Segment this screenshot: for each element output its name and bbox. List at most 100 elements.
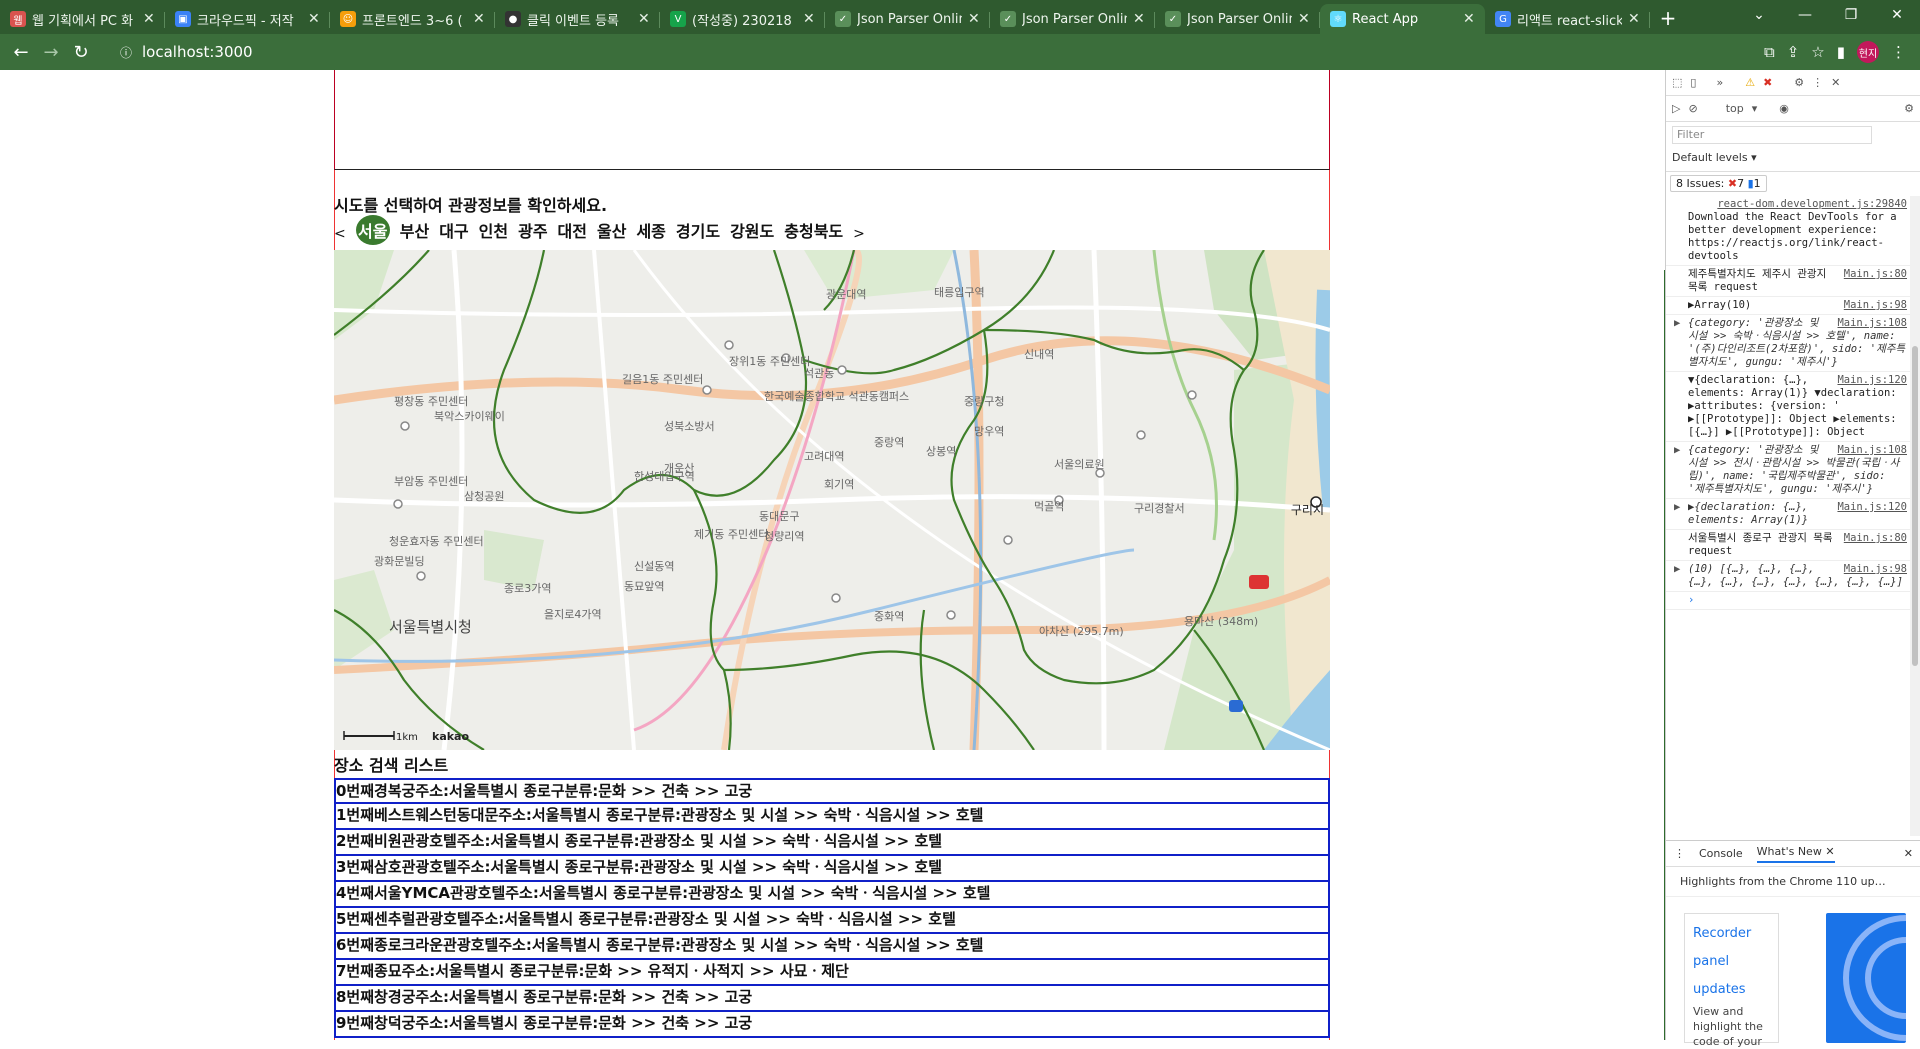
close-drawer-icon[interactable]: ✕	[1904, 847, 1913, 860]
sido-button[interactable]: 서울	[355, 215, 390, 245]
console-message[interactable]: react-dom.development.js:29840 Download t…	[1666, 196, 1911, 266]
tab-close-icon[interactable]: ✕	[1628, 11, 1640, 27]
expand-chevron-icon[interactable]: ▶	[1674, 501, 1680, 514]
list-item[interactable]: 5번째센추럴관광호텔주소:서울특별시 종로구분류:관광장소 및 시설 >> 숙박…	[334, 908, 1330, 934]
sido-button[interactable]: 울산	[597, 218, 626, 242]
list-item[interactable]: 3번째삼호관광호텔주소:서울특별시 종로구분류:관광장소 및 시설 >> 숙박ㆍ…	[334, 856, 1330, 882]
tab-close-icon[interactable]: ✕	[968, 11, 980, 27]
browser-tab[interactable]: ✓ Json Parser Online ✕	[825, 4, 990, 34]
browser-tab[interactable]: ✓ Json Parser Online ✕	[990, 4, 1155, 34]
console-source-link[interactable]: Main.js:80	[1844, 268, 1907, 281]
browser-tab[interactable]: V (작성중) 230218 ✕	[660, 4, 825, 34]
minimize-button[interactable]: —	[1782, 0, 1828, 30]
close-window-button[interactable]: ✕	[1874, 0, 1920, 30]
tab-close-icon[interactable]: ✕	[803, 11, 815, 27]
console-message[interactable]: Main.js:98 ▶ (10) [{…}, {…}, {…}, {…}, {…}…	[1666, 561, 1911, 592]
console-source-link[interactable]: Main.js:80	[1844, 532, 1907, 545]
console-source-link[interactable]: Main.js:98	[1844, 299, 1907, 312]
more-tabs-icon[interactable]: »	[1716, 76, 1723, 89]
bookmark-star-icon[interactable]: ☆	[1811, 43, 1824, 61]
console-message[interactable]: Main.js:108 ▶ {category: '관광장소 및 시설 >> 전시ㆍ…	[1666, 442, 1911, 499]
warning-icon[interactable]: ⚠	[1745, 76, 1755, 89]
tab-close-icon[interactable]: ✕	[143, 11, 155, 27]
sido-button[interactable]: 대전	[558, 218, 587, 242]
clear-console-icon[interactable]: ⊘	[1688, 102, 1697, 115]
filter-input[interactable]: Filter	[1672, 126, 1872, 144]
browser-tab[interactable]: ▣ 크라우드픽 - 저작 ✕	[165, 4, 330, 34]
context-select[interactable]: top	[1726, 102, 1744, 115]
issues-bar[interactable]: 8 Issues: ✖7 ▮1	[1666, 172, 1920, 194]
console-source-link[interactable]: Main.js:108	[1837, 444, 1907, 457]
list-item[interactable]: 4번째서울YMCA관광호텔주소:서울특별시 종로구분류:관광장소 및 시설 >>…	[334, 882, 1330, 908]
error-icon[interactable]: ✖	[1763, 76, 1772, 89]
restore-button[interactable]: ❐	[1828, 0, 1874, 30]
tab-close-icon[interactable]: ✕	[1463, 11, 1475, 27]
console-message[interactable]: Main.js:80 서울특별시 종로구 관광지 목록 request	[1666, 530, 1911, 561]
tab-whats-new[interactable]: What's New ✕	[1756, 845, 1835, 863]
prev-arrow[interactable]: <	[334, 226, 346, 242]
scroll-thumb[interactable]	[1912, 346, 1918, 666]
console-source-link[interactable]: Main.js:120	[1837, 374, 1907, 387]
inspect-icon[interactable]: ⬚	[1672, 76, 1682, 89]
tab-console[interactable]: Console	[1699, 847, 1743, 860]
console-source-link[interactable]: Main.js:98	[1844, 563, 1907, 576]
list-item[interactable]: 1번째베스트웨스턴동대문주소:서울특별시 종로구분류:관광장소 및 시설 >> …	[334, 804, 1330, 830]
sido-button[interactable]: 부산	[400, 218, 429, 242]
console-source-link[interactable]: Main.js:108	[1837, 317, 1907, 330]
browser-tab[interactable]: 웹 웹 기획에서 PC 화 ✕	[0, 4, 165, 34]
console-message[interactable]: Main.js:80 제주특별자치도 제주시 관광지 목록 request	[1666, 266, 1911, 297]
console-scrollbar[interactable]	[1910, 196, 1920, 836]
map-canvas[interactable]: 서울특별시청성북소방서개운산한국예술종합학교 석관동캠퍼스회기역중랑역상봉역신내…	[334, 250, 1330, 750]
console-message[interactable]: Main.js:120 ▶ ▶{declaration: {…}, elements…	[1666, 499, 1911, 530]
expand-chevron-icon[interactable]: ▶	[1674, 563, 1680, 576]
avatar[interactable]: 현지	[1857, 41, 1879, 63]
next-arrow[interactable]: >	[853, 226, 865, 242]
console-message[interactable]: Main.js:120 ▼{declaration: {…}, elements:…	[1666, 372, 1911, 442]
tab-close-icon[interactable]: ✕	[473, 11, 485, 27]
console-message[interactable]: Main.js:98 ▶Array(10)	[1666, 297, 1911, 315]
tab-close-icon[interactable]: ✕	[1133, 11, 1145, 27]
browser-tab[interactable]: ✓ Json Parser Online ✕	[1155, 4, 1320, 34]
sido-button[interactable]: 세종	[636, 218, 665, 242]
settings-gear-icon[interactable]: ⚙	[1794, 76, 1804, 89]
list-item[interactable]: 9번째창덕궁주소:서울특별시 종로구분류:문화 >> 건축 >> 고궁	[334, 1012, 1330, 1038]
info-icon[interactable]: ⓘ	[120, 44, 132, 61]
sido-button[interactable]: 대구	[439, 218, 468, 242]
tab-close-icon[interactable]: ✕	[308, 11, 320, 27]
side-panel-icon[interactable]: ▮	[1837, 43, 1845, 61]
kebab-menu-icon[interactable]: ⋮	[1812, 76, 1823, 89]
list-item[interactable]: 0번째경복궁주소:서울특별시 종로구분류:문화 >> 건축 >> 고궁	[334, 778, 1330, 804]
sido-button[interactable]: 강원도	[730, 218, 774, 242]
console-settings-icon[interactable]: ⚙	[1904, 102, 1914, 115]
drawer-menu-icon[interactable]: ⋮	[1674, 847, 1685, 860]
tab-search-icon[interactable]: ⌄	[1736, 0, 1782, 30]
sido-button[interactable]: 경기도	[676, 218, 720, 242]
chevron-down-icon[interactable]: ▾	[1752, 102, 1758, 115]
expand-chevron-icon[interactable]: ▶	[1674, 444, 1680, 457]
new-tab-button[interactable]: +	[1650, 4, 1686, 34]
share-icon[interactable]: ⇪	[1787, 43, 1800, 61]
browser-tab[interactable]: ● 클릭 이벤트 등록 ✕	[495, 4, 660, 34]
log-levels-dropdown[interactable]: Default levels ▾	[1666, 148, 1920, 172]
sido-button[interactable]: 충청북도	[784, 218, 843, 242]
console-source-link[interactable]: react-dom.development.js:29840	[1717, 198, 1907, 211]
tab-close-icon[interactable]: ✕	[1298, 11, 1310, 27]
expand-chevron-icon[interactable]: ▶	[1674, 317, 1680, 330]
list-item[interactable]: 8번째창경궁주소:서울특별시 종로구분류:문화 >> 건축 >> 고궁	[334, 986, 1330, 1012]
address-bar[interactable]: ⓘ localhost:3000	[106, 38, 1686, 66]
forward-button[interactable]: →	[36, 42, 66, 63]
list-item[interactable]: 2번째비원관광호텔주소:서울특별시 종로구분류:관광장소 및 시설 >> 숙박ㆍ…	[334, 830, 1330, 856]
kakao-map[interactable]: 서울특별시청 성북소방서 개운산 한국예술종합학교 석관동캠퍼스 회기역 중랑역 상봉역 신내…	[334, 250, 1330, 750]
whats-new-card[interactable]: Recorder panel updates View and highligh…	[1684, 913, 1779, 1048]
sidebar-toggle-icon[interactable]: ▷	[1672, 102, 1680, 115]
translate-icon[interactable]: ⧉	[1764, 43, 1775, 61]
console-output[interactable]: react-dom.development.js:29840 Download t…	[1666, 196, 1911, 836]
device-toolbar-icon[interactable]: ▯	[1690, 76, 1696, 89]
console-message[interactable]: Main.js:108 ▶ {category: '관광장소 및 시설 >> 숙박ㆍ…	[1666, 315, 1911, 372]
menu-icon[interactable]: ⋮	[1891, 43, 1906, 61]
reload-button[interactable]: ↻	[66, 42, 96, 63]
issues-badge[interactable]: 8 Issues: ✖7 ▮1	[1670, 174, 1767, 192]
console-prompt[interactable]: ›	[1666, 592, 1911, 610]
list-item[interactable]: 6번째종로크라운관광호텔주소:서울특별시 종로구분류:관광장소 및 시설 >> …	[334, 934, 1330, 960]
tab-close-icon[interactable]: ✕	[638, 11, 650, 27]
